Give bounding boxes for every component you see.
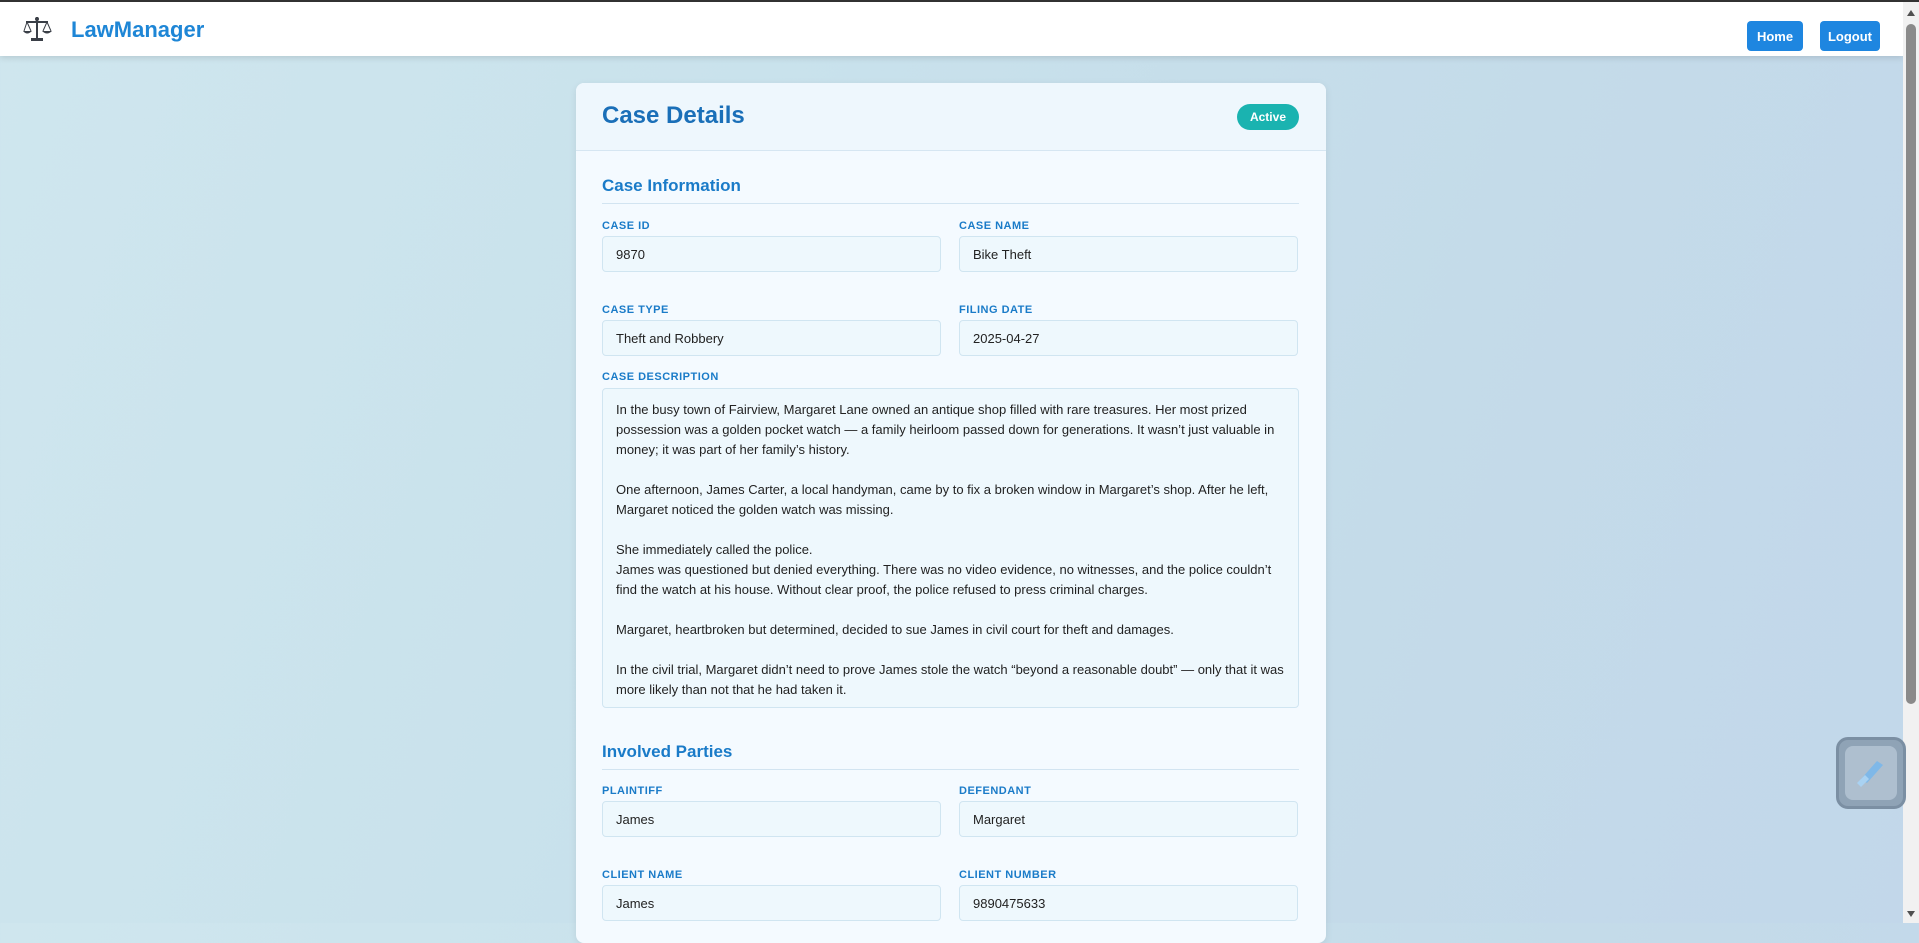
description-paragraph: James was questioned but denied everythi… [616,562,1272,597]
defendant-field: Margaret [959,801,1298,837]
description-paragraph: Margaret, heartbroken but determined, de… [616,622,1174,637]
description-paragraph: She immediately called the police. [616,542,813,557]
client-name-label: CLIENT NAME [602,869,683,881]
case-description-field: In the busy town of Fairview, Margaret L… [602,388,1299,708]
scales-of-justice-icon [23,17,52,41]
description-paragraph: One afternoon, James Carter, a local han… [616,482,1269,517]
status-badge: Active [1236,104,1299,130]
home-button[interactable]: Home [1747,21,1803,51]
case-description-label: CASE DESCRIPTION [602,371,719,383]
logout-button[interactable]: Logout [1820,21,1880,51]
floating-assistant-widget[interactable] [1836,737,1906,809]
page-title: Case Details [602,102,745,129]
filing-date-field: 2025-04-27 [959,320,1298,356]
scroll-down-arrow-icon[interactable] [1907,911,1915,917]
case-id-field: 9870 [602,236,941,272]
plaintiff-label: PLAINTIFF [602,785,663,797]
involved-parties-heading: Involved Parties [602,742,1299,770]
case-id-label: CASE ID [602,220,651,232]
case-type-field: Theft and Robbery [602,320,941,356]
client-name-field: James [602,885,941,921]
client-number-field: 9890475633 [959,885,1298,921]
description-paragraph: In the civil trial, Margaret didn’t need… [616,662,1284,697]
widget-inner[interactable] [1845,746,1897,800]
plaintiff-field: James [602,801,941,837]
brand-name[interactable]: LawManager [71,17,204,43]
description-paragraph: In the busy town of Fairview, Margaret L… [616,402,1275,457]
slash-logo-icon [1857,761,1883,787]
case-details-card: Case Details Active Case Information CAS… [576,83,1326,943]
case-name-label: CASE NAME [959,220,1030,232]
navbar: LawManager Home Logout [0,2,1903,56]
scrollbar-thumb[interactable] [1906,24,1916,704]
client-number-label: CLIENT NUMBER [959,869,1057,881]
card-header: Case Details Active [576,83,1326,151]
case-type-label: CASE TYPE [602,304,669,316]
defendant-label: DEFENDANT [959,785,1032,797]
case-name-field: Bike Theft [959,236,1298,272]
scroll-up-arrow-icon[interactable] [1907,10,1915,16]
filing-date-label: FILING DATE [959,304,1033,316]
case-information-heading: Case Information [602,176,1299,204]
